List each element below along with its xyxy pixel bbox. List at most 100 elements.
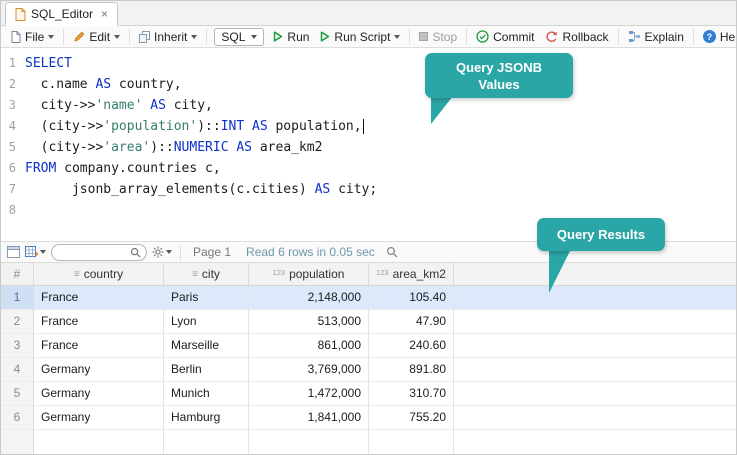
table-row[interactable]: 1 France Paris 2,148,000 105.40 [1,286,736,310]
grid-cell-city[interactable]: Lyon [164,310,249,334]
results-grid: # ≡ country ≡ city 123 population 123 area_km2 1… [1,263,736,454]
toolbar-separator [206,29,208,44]
sql-keyword: AS [314,182,331,197]
rollback-button[interactable]: Rollback [540,28,613,46]
editor-code-area: 1 SELECT 2 c.name AS country, 3 city->>'nam… [1,53,736,221]
grid-cell-area_km2[interactable]: 105.40 [369,286,454,310]
table-row[interactable]: 5 Germany Munich 1,472,000 310.70 [1,382,736,406]
grid-cell-country[interactable]: Germany [34,358,164,382]
run-label: Run [287,29,310,44]
code-line[interactable]: 6 FROM company.countries c, [1,158,736,179]
column-header-label: population [289,267,345,281]
sql-keyword: FROM [25,161,57,176]
edit-menu-button[interactable]: Edit [68,28,125,46]
table-row[interactable]: 6 Germany Hamburg 1,841,000 755.20 [1,406,736,430]
row-filler [454,334,736,358]
grid-cell-city[interactable]: Berlin [164,358,249,382]
grid-cell-population[interactable]: 1,841,000 [249,406,369,430]
code-line[interactable]: 5 (city->>'area')::NUMERIC AS area_km2 [1,137,736,158]
column-header-city[interactable]: ≡ city [164,263,249,285]
search-rows-icon[interactable] [386,246,398,258]
explain-plan-icon [628,31,640,42]
row-number[interactable]: 3 [1,334,34,358]
grid-settings-button[interactable] [152,246,172,258]
column-header-country[interactable]: ≡ country [34,263,164,285]
code-line[interactable]: 3 city->>'name' AS city, [1,95,736,116]
row-number[interactable]: 5 [1,382,34,406]
grid-cell-population[interactable]: 2,148,000 [249,286,369,310]
grid-cell-city[interactable]: Hamburg [164,406,249,430]
table-row[interactable]: 2 France Lyon 513,000 47.90 [1,310,736,334]
results-filter-box[interactable] [51,243,147,261]
row-number[interactable]: 4 [1,358,34,382]
tab-sql-editor[interactable]: SQL_Editor × [5,2,119,26]
commit-button[interactable]: Commit [471,28,539,46]
grid-cell-country[interactable]: France [34,286,164,310]
grid-cell-area_km2[interactable]: 755.20 [369,406,454,430]
toolbar-separator [180,244,181,260]
callout-query-jsonb-values: Query JSONB Values [425,53,573,98]
tab-close-icon[interactable]: × [101,7,108,21]
text-type-icon: ≡ [73,268,80,280]
toolbar-separator [63,29,65,44]
code-line[interactable]: 2 c.name AS country, [1,74,736,95]
explain-button[interactable]: Explain [623,28,689,46]
line-number: 2 [8,77,16,91]
grid-cell-city[interactable]: Munich [164,382,249,406]
table-row[interactable]: 4 Germany Berlin 3,769,000 891.80 [1,358,736,382]
row-filler [454,358,736,382]
grid-corner-header[interactable]: # [1,263,34,285]
grid-cell-country[interactable]: Germany [34,406,164,430]
results-filter-input[interactable] [57,246,127,258]
row-number[interactable]: 1 [1,286,34,310]
grid-cell-country[interactable]: France [34,334,164,358]
run-script-button[interactable]: Run Script [315,28,405,46]
code-text: SELECT [25,53,72,74]
grid-cell-population[interactable]: 1,472,000 [249,382,369,406]
grid-cell-population[interactable]: 513,000 [249,310,369,334]
grid-cell-area_km2[interactable]: 47.90 [369,310,454,334]
text-cursor [362,119,365,134]
empty-cell [164,430,249,454]
code-text: city->>'name' AS city, [25,95,213,116]
row-filler [454,430,736,454]
sql-dialect-select[interactable]: SQL [214,27,265,46]
grid-cell-area_km2[interactable]: 240.60 [369,334,454,358]
code-line[interactable]: 7 jsonb_array_elements(c.cities) AS city… [1,179,736,200]
column-header-area_km2[interactable]: 123 area_km2 [369,263,454,285]
chevron-down-icon [166,250,172,254]
help-menu-button[interactable]: ? Help [698,28,736,46]
row-filler [454,310,736,334]
pencil-icon [74,31,85,42]
inherit-icon [139,30,151,43]
grid-cell-city[interactable]: Marseille [164,334,249,358]
grid-cell-city[interactable]: Paris [164,286,249,310]
grid-cell-population[interactable]: 3,769,000 [249,358,369,382]
sql-code-editor[interactable]: 1 SELECT 2 c.name AS country, 3 city->>'nam… [1,48,736,241]
callout-text: Query Results [556,227,646,242]
toolbar-separator [129,29,131,44]
presentation-panel-icon[interactable] [7,246,20,258]
sql-text: area_km2 [252,140,323,155]
stop-button[interactable]: Stop [414,28,462,46]
sql-text: c.name [25,77,96,92]
numeric-type-icon: 123 [376,267,389,277]
commit-label: Commit [493,29,535,44]
inherit-menu-button[interactable]: Inherit [134,28,202,46]
row-number[interactable]: 6 [1,406,34,430]
line-number: 1 [8,56,16,70]
grid-cell-area_km2[interactable]: 891.80 [369,358,454,382]
table-row[interactable]: 3 France Marseille 861,000 240.60 [1,334,736,358]
grid-cell-population[interactable]: 861,000 [249,334,369,358]
code-line[interactable]: 4 (city->>'population')::INT AS populati… [1,116,736,137]
new-grid-tab-icon[interactable] [25,246,46,258]
row-number[interactable]: 2 [1,310,34,334]
grid-cell-country[interactable]: Germany [34,382,164,406]
run-button[interactable]: Run [268,28,314,46]
grid-cell-area_km2[interactable]: 310.70 [369,382,454,406]
sql-text: company.countries c, [56,161,221,176]
grid-cell-country[interactable]: France [34,310,164,334]
file-menu-button[interactable]: File [6,28,59,46]
code-line[interactable]: 1 SELECT [1,53,736,74]
column-header-population[interactable]: 123 population [249,263,369,285]
